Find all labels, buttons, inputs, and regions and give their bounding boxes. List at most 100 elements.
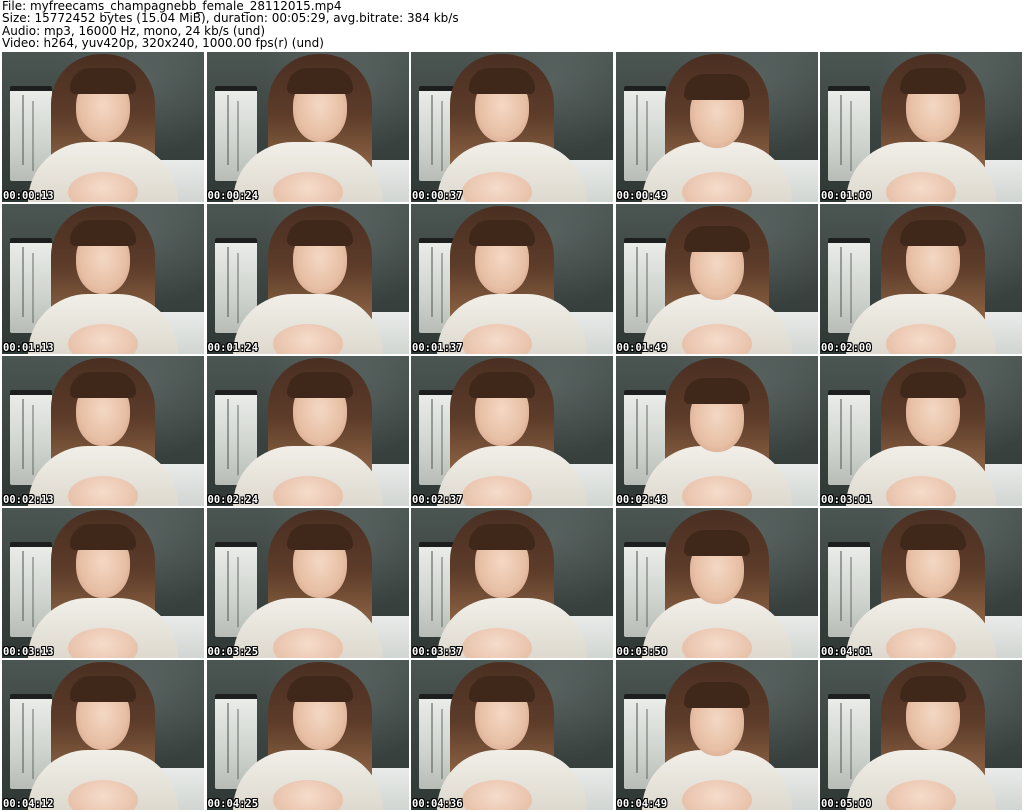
thumbnail-timestamp: 00:03:25: [207, 646, 259, 658]
person-bangs: [900, 524, 966, 550]
thumbnail-frame-image: [820, 660, 1022, 810]
video-thumbnail: 00:02:37: [411, 356, 613, 506]
person-bangs: [683, 378, 750, 404]
person-bangs: [900, 68, 966, 94]
thumbnail-frame-image: [2, 660, 204, 810]
thumbnail-frame-image: [411, 508, 613, 658]
thumbnail-frame-image: [615, 660, 818, 810]
thumbnail-timestamp: 00:05:00: [821, 798, 872, 810]
video-thumbnail: 00:03:13: [2, 508, 204, 658]
video-thumbnail: 00:02:48: [615, 356, 818, 506]
thumbnail-frame-image: [820, 508, 1022, 658]
video-thumbnail: 00:04:01: [820, 508, 1022, 658]
thumbnail-timestamp: 00:01:24: [207, 342, 259, 354]
video-thumbnail: 00:00:49: [615, 52, 818, 202]
person-bangs: [70, 372, 136, 398]
video-thumbnail: 00:01:49: [615, 204, 818, 354]
thumbnail-timestamp: 00:04:25: [207, 798, 259, 810]
person-bangs: [469, 68, 535, 94]
person-bangs: [286, 68, 353, 94]
thumbnail-timestamp: 00:03:01: [821, 494, 872, 506]
person-bangs: [469, 676, 535, 702]
person-bangs: [683, 682, 750, 708]
person-knee: [681, 628, 752, 658]
thumbnail-frame-image: [820, 52, 1022, 202]
person-bangs: [683, 74, 750, 100]
thumbnail-timestamp: 00:00:24: [207, 190, 259, 202]
video-thumbnail: 00:03:25: [206, 508, 409, 658]
person-bangs: [70, 68, 136, 94]
thumbnail-timestamp: 00:01:00: [821, 190, 872, 202]
video-thumbnail: 00:04:12: [2, 660, 204, 810]
thumbnail-timestamp: 00:04:36: [412, 798, 463, 810]
thumbnail-frame-image: [2, 204, 204, 354]
thumbnail-frame-image: [206, 52, 409, 202]
thumbnail-frame-image: [2, 52, 204, 202]
thumbnail-frame-image: [206, 660, 409, 810]
thumbnail-frame-image: [206, 508, 409, 658]
file-size-line: Size: 15772452 bytes (15.04 MiB), durati…: [2, 11, 459, 26]
person-bangs: [469, 220, 535, 246]
thumbnail-timestamp: 00:02:48: [616, 494, 668, 506]
video-thumbnail: 00:04:49: [615, 660, 818, 810]
thumbnail-timestamp: 00:02:00: [821, 342, 872, 354]
person-knee: [272, 628, 343, 658]
thumbnail-grid: 00:00:13 00:00:24 00:00:37 00:00:49 00:01:00…: [2, 52, 1022, 810]
thumbnail-frame-image: [820, 204, 1022, 354]
person-knee: [272, 324, 343, 354]
video-thumbnail: 00:01:13: [2, 204, 204, 354]
person-bangs: [286, 372, 353, 398]
person-bangs: [469, 372, 535, 398]
video-thumbnail: 00:00:13: [2, 52, 204, 202]
thumbnail-frame-image: [820, 356, 1022, 506]
video-thumbnail: 00:05:00: [820, 660, 1022, 810]
thumbnail-timestamp: 00:00:37: [412, 190, 463, 202]
person-bangs: [286, 524, 353, 550]
person-knee: [681, 780, 752, 810]
video-thumbnail: 00:02:00: [820, 204, 1022, 354]
thumbnail-timestamp: 00:00:13: [3, 190, 54, 202]
video-thumbnail: 00:02:13: [2, 356, 204, 506]
thumbnail-frame-image: [411, 204, 613, 354]
thumbnail-timestamp: 00:01:49: [616, 342, 668, 354]
person-knee: [681, 324, 752, 354]
person-bangs: [469, 524, 535, 550]
video-info-line: Video: h264, yuv420p, 320x240, 1000.00 f…: [2, 36, 324, 51]
thumbnail-timestamp: 00:04:01: [821, 646, 872, 658]
person-knee: [681, 476, 752, 506]
thumbnail-frame-image: [411, 660, 613, 810]
thumbnail-timestamp: 00:02:24: [207, 494, 259, 506]
video-thumbnail: 00:03:50: [615, 508, 818, 658]
thumbnail-timestamp: 00:04:49: [616, 798, 668, 810]
thumbnail-timestamp: 00:03:37: [412, 646, 463, 658]
person-bangs: [900, 220, 966, 246]
video-thumbnail: 00:02:24: [206, 356, 409, 506]
video-thumbnail: 00:01:37: [411, 204, 613, 354]
file-info-header: File: myfreecams_champagnebb_female_2811…: [2, 0, 1022, 50]
person-bangs: [900, 372, 966, 398]
thumbnail-frame-image: [411, 52, 613, 202]
thumbnail-frame-image: [2, 356, 204, 506]
thumbnail-frame-image: [615, 52, 818, 202]
person-bangs: [683, 530, 750, 556]
person-knee: [272, 780, 343, 810]
thumbnail-frame-image: [615, 508, 818, 658]
thumbnail-frame-image: [206, 204, 409, 354]
video-thumbnail: 00:04:36: [411, 660, 613, 810]
thumbnail-timestamp: 00:03:13: [3, 646, 54, 658]
person-knee: [272, 172, 343, 202]
video-thumbnail: 00:01:00: [820, 52, 1022, 202]
video-thumbnail: 00:01:24: [206, 204, 409, 354]
person-knee: [272, 476, 343, 506]
thumbnail-frame-image: [2, 508, 204, 658]
thumbnail-timestamp: 00:02:37: [412, 494, 463, 506]
video-thumbnail: 00:03:01: [820, 356, 1022, 506]
thumbnail-frame-image: [615, 356, 818, 506]
thumbnail-frame-image: [615, 204, 818, 354]
thumbnail-timestamp: 00:01:13: [3, 342, 54, 354]
thumbnail-frame-image: [411, 356, 613, 506]
thumbnail-frame-image: [206, 356, 409, 506]
person-bangs: [683, 226, 750, 252]
video-thumbnail: 00:03:37: [411, 508, 613, 658]
person-bangs: [70, 524, 136, 550]
